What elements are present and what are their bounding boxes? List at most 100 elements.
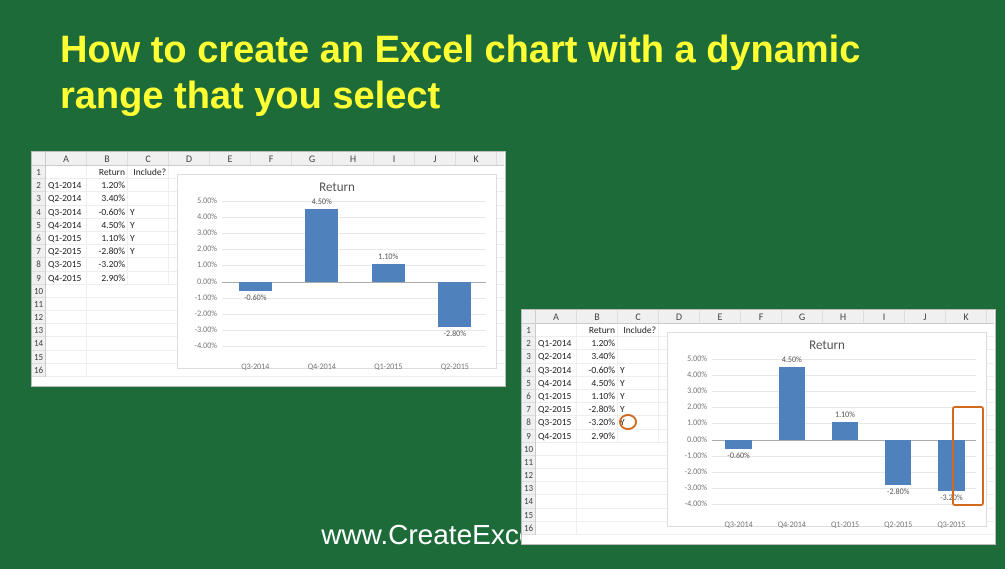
- row-header[interactable]: 4: [522, 364, 535, 377]
- cell[interactable]: [536, 456, 577, 468]
- cell[interactable]: [536, 443, 577, 455]
- cell[interactable]: Q1-2014: [536, 337, 577, 349]
- row-header[interactable]: 5: [32, 219, 45, 232]
- row-header[interactable]: 15: [522, 509, 535, 522]
- chart-right[interactable]: Return 5.00%4.00%3.00%2.00%1.00%0.00%-1.…: [667, 332, 987, 527]
- cell[interactable]: Y: [128, 232, 169, 244]
- cell[interactable]: 1.10%: [87, 232, 128, 244]
- cell[interactable]: Q3-2014: [536, 364, 577, 376]
- cell[interactable]: Q4-2014: [46, 219, 87, 231]
- cell[interactable]: Y: [618, 364, 659, 376]
- col-header[interactable]: D: [169, 152, 210, 165]
- cell[interactable]: [128, 258, 169, 270]
- col-header[interactable]: K: [456, 152, 497, 165]
- chart-left[interactable]: Return 5.00%4.00%3.00%2.00%1.00%0.00%-1.…: [177, 174, 497, 369]
- cell[interactable]: 2.90%: [87, 272, 128, 284]
- cell[interactable]: -3.20%: [87, 258, 128, 270]
- col-header[interactable]: B: [87, 152, 128, 165]
- cell[interactable]: 1.20%: [577, 337, 618, 349]
- cell[interactable]: [46, 351, 87, 363]
- row-header[interactable]: 8: [522, 416, 535, 429]
- cell[interactable]: Q1-2015: [46, 232, 87, 244]
- cell[interactable]: Q3-2015: [46, 258, 87, 270]
- row-header[interactable]: 3: [32, 192, 45, 205]
- row-header[interactable]: 16: [32, 364, 45, 377]
- col-header[interactable]: H: [333, 152, 374, 165]
- cell[interactable]: 1.20%: [87, 179, 128, 191]
- cell[interactable]: [128, 179, 169, 191]
- cell[interactable]: Y: [128, 245, 169, 257]
- cell[interactable]: [618, 350, 659, 362]
- cell[interactable]: Q4-2015: [46, 272, 87, 284]
- row-header[interactable]: 10: [522, 443, 535, 456]
- cell[interactable]: Q2-2015: [46, 245, 87, 257]
- col-header[interactable]: F: [741, 310, 782, 323]
- row-header[interactable]: 3: [522, 350, 535, 363]
- col-header[interactable]: D: [659, 310, 700, 323]
- cell[interactable]: 4.50%: [87, 219, 128, 231]
- cell[interactable]: 3.40%: [87, 192, 128, 204]
- cell[interactable]: Q3-2014: [46, 206, 87, 218]
- row-header[interactable]: 1: [32, 166, 45, 179]
- cell[interactable]: Q2-2015: [536, 403, 577, 415]
- row-header[interactable]: 16: [522, 522, 535, 535]
- col-header[interactable]: A: [536, 310, 577, 323]
- cell[interactable]: Y: [618, 377, 659, 389]
- row-header[interactable]: 7: [522, 403, 535, 416]
- row-header[interactable]: 14: [32, 337, 45, 350]
- row-header[interactable]: 11: [522, 456, 535, 469]
- row-header[interactable]: 15: [32, 351, 45, 364]
- col-header[interactable]: F: [251, 152, 292, 165]
- cell[interactable]: 3.40%: [577, 350, 618, 362]
- cell[interactable]: 1.10%: [577, 390, 618, 402]
- cell[interactable]: [128, 192, 169, 204]
- cell[interactable]: Q3-2015: [536, 416, 577, 428]
- row-header[interactable]: 1: [522, 324, 535, 337]
- cell[interactable]: [46, 311, 87, 323]
- cell[interactable]: [46, 166, 87, 178]
- col-header[interactable]: C: [128, 152, 169, 165]
- cell[interactable]: -0.60%: [577, 364, 618, 376]
- cell[interactable]: Y: [618, 390, 659, 402]
- row-header[interactable]: 10: [32, 285, 45, 298]
- col-header[interactable]: G: [292, 152, 333, 165]
- cell[interactable]: -0.60%: [87, 206, 128, 218]
- row-header[interactable]: 9: [522, 430, 535, 443]
- row-header[interactable]: 13: [522, 482, 535, 495]
- row-header[interactable]: 12: [32, 311, 45, 324]
- col-header[interactable]: E: [700, 310, 741, 323]
- cell[interactable]: -2.80%: [87, 245, 128, 257]
- cell[interactable]: [46, 285, 87, 297]
- cell[interactable]: [618, 430, 659, 442]
- row-header[interactable]: 12: [522, 469, 535, 482]
- cell[interactable]: [46, 324, 87, 336]
- col-header[interactable]: I: [864, 310, 905, 323]
- cell[interactable]: [536, 509, 577, 521]
- col-header[interactable]: H: [823, 310, 864, 323]
- cell[interactable]: Q2-2014: [46, 192, 87, 204]
- col-header[interactable]: J: [905, 310, 946, 323]
- row-header[interactable]: 8: [32, 258, 45, 271]
- cell[interactable]: Q2-2014: [536, 350, 577, 362]
- cell[interactable]: Return: [87, 166, 128, 178]
- cell[interactable]: Y: [128, 206, 169, 218]
- col-header[interactable]: G: [782, 310, 823, 323]
- col-header[interactable]: J: [415, 152, 456, 165]
- cell[interactable]: Q1-2015: [536, 390, 577, 402]
- cell[interactable]: Include?: [618, 324, 659, 336]
- row-header[interactable]: 7: [32, 245, 45, 258]
- cell[interactable]: Y: [128, 219, 169, 231]
- cell[interactable]: [618, 337, 659, 349]
- cell[interactable]: [46, 298, 87, 310]
- col-header[interactable]: E: [210, 152, 251, 165]
- cell[interactable]: [536, 324, 577, 336]
- cell[interactable]: Return: [577, 324, 618, 336]
- cell[interactable]: 4.50%: [577, 377, 618, 389]
- cell[interactable]: [536, 522, 577, 534]
- cell[interactable]: Q4-2014: [536, 377, 577, 389]
- row-header[interactable]: 6: [522, 390, 535, 403]
- cell[interactable]: [46, 364, 87, 376]
- row-header[interactable]: 11: [32, 298, 45, 311]
- row-header[interactable]: 13: [32, 324, 45, 337]
- cell[interactable]: [536, 469, 577, 481]
